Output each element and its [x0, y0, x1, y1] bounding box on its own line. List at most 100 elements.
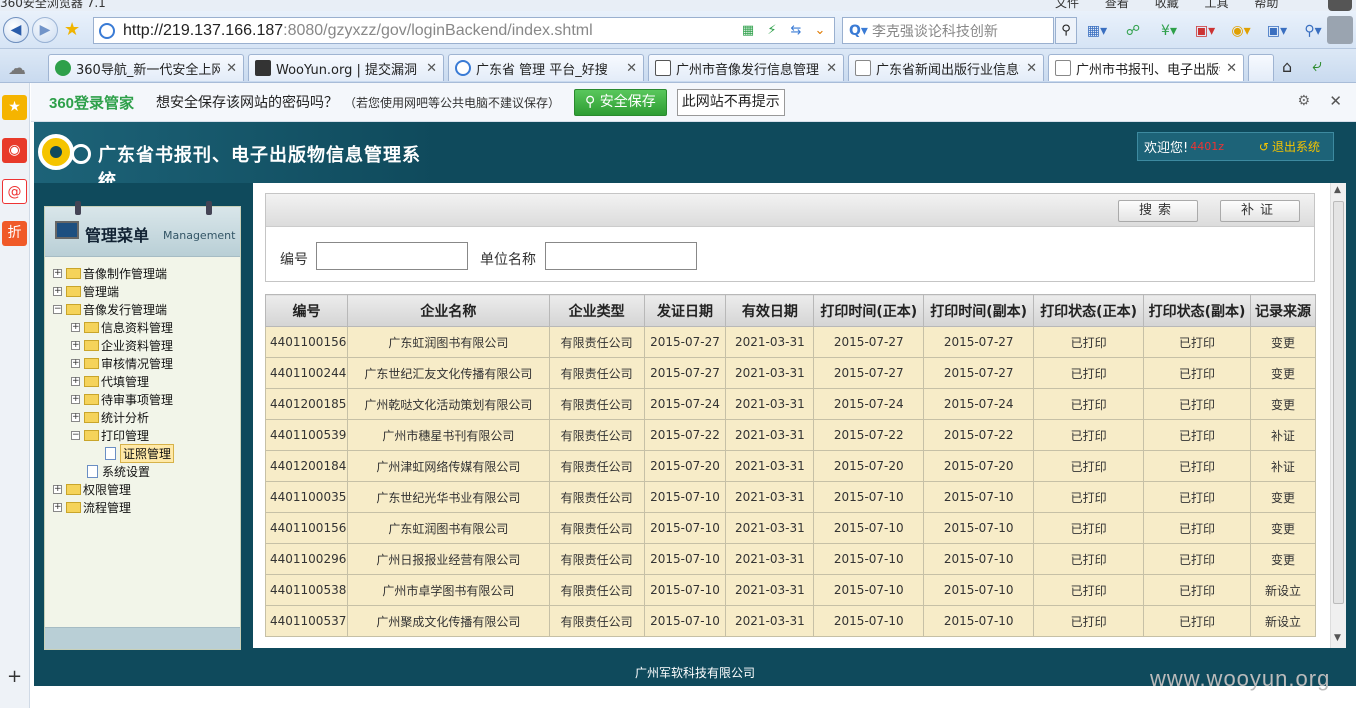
discount-icon[interactable]: 折: [2, 221, 27, 246]
add-icon[interactable]: +: [7, 666, 22, 687]
content-scrollbar[interactable]: ▲ ▼: [1330, 183, 1346, 648]
nav-item-enterprise[interactable]: + 企业资料管理: [71, 336, 173, 354]
expand-icon[interactable]: +: [71, 394, 80, 404]
table-row[interactable]: 4401100156 广东虹润图书有限公司 有限责任公司 2015-07-10 2021…: [265, 512, 1317, 544]
search-text[interactable]: 李克强谈论科技创新: [872, 21, 998, 41]
forward-button[interactable]: ▶: [32, 17, 58, 43]
save-password-button[interactable]: ⚲ 安全保存: [574, 88, 667, 116]
compat-mode-icon[interactable]: ⇆: [786, 21, 806, 40]
qr-code-icon[interactable]: ▦: [738, 21, 758, 40]
reissue-button[interactable]: 补证: [1220, 200, 1300, 222]
scroll-up-icon[interactable]: ▲: [1334, 185, 1341, 195]
nav-item-stats[interactable]: + 统计分析: [71, 408, 149, 426]
nav-item-fill-in[interactable]: + 代填管理: [71, 372, 149, 390]
expand-icon[interactable]: +: [71, 412, 80, 422]
scroll-thumb[interactable]: [1333, 201, 1344, 604]
number-input[interactable]: [316, 242, 468, 270]
table-row[interactable]: 4401100244 广东世纪汇友文化传播有限公司 有限责任公司 2015-07-27…: [265, 357, 1317, 389]
lightning-icon[interactable]: ⚡: [762, 21, 782, 40]
nav-item-print[interactable]: − 打印管理: [71, 426, 149, 444]
shield-icon[interactable]: ☍: [1121, 21, 1145, 41]
search-engine-icon[interactable]: Q▾: [849, 23, 868, 39]
nav-item-review[interactable]: + 审核情况管理: [71, 354, 173, 372]
weibo-icon[interactable]: ◉: [2, 138, 27, 163]
close-icon[interactable]: ✕: [826, 61, 837, 76]
fox-icon[interactable]: ◉▾: [1229, 21, 1253, 41]
new-tab-button[interactable]: [1248, 54, 1274, 81]
expand-icon[interactable]: +: [71, 376, 80, 386]
logout-link[interactable]: ↺ 退出系统: [1259, 138, 1323, 155]
close-icon[interactable]: ✕: [1226, 61, 1237, 76]
never-for-site-button[interactable]: 此网站不再提示: [676, 88, 785, 116]
expand-icon[interactable]: +: [71, 340, 80, 350]
collapse-icon[interactable]: −: [53, 304, 62, 314]
dropdown-icon[interactable]: ⌄: [810, 21, 830, 40]
table-row[interactable]: 4401100538 广州市卓学图书有限公司 有限责任公司 2015-07-10 202…: [265, 574, 1317, 606]
tab-haosou[interactable]: 广东省 管理 平台_好搜 ✕: [448, 54, 644, 81]
col-valid-date[interactable]: 有效日期: [725, 294, 815, 327]
yuan-icon[interactable]: ¥▾: [1157, 21, 1181, 41]
tab-360-nav[interactable]: 360导航_新一代安全上网 ✕: [48, 54, 244, 81]
col-company-type[interactable]: 企业类型: [548, 294, 645, 327]
close-icon[interactable]: ✕: [1026, 61, 1037, 76]
search-button[interactable]: 搜索: [1118, 200, 1198, 222]
apps-icon[interactable]: ▦▾: [1085, 21, 1109, 41]
menu-tools[interactable]: 工具: [1205, 0, 1229, 10]
col-issue-date[interactable]: 发证日期: [643, 294, 727, 327]
table-row[interactable]: 4401100539 广州市穗星书刊有限公司 有限责任公司 2015-07-22 202…: [265, 419, 1317, 451]
tab-wooyun[interactable]: WooYun.org | 提交漏洞 ✕: [248, 54, 444, 81]
tab-press[interactable]: 广东省新闻出版行业信息管 ✕: [848, 54, 1044, 81]
nav-item-audio-production[interactable]: + 音像制作管理端: [53, 264, 167, 282]
table-row[interactable]: 4401200184 广州津虹网络传媒有限公司 有限责任公司 2015-07-20 20…: [265, 450, 1317, 482]
close-icon[interactable]: ✕: [226, 61, 237, 76]
table-row[interactable]: 4401200185 广州乾哒文化活动策划有限公司 有限责任公司 2015-07-24…: [265, 388, 1317, 420]
cloud-icon[interactable]: ☁: [8, 58, 26, 79]
home-icon[interactable]: ⌂: [1282, 57, 1292, 76]
nav-item-pending[interactable]: + 待审事项管理: [71, 390, 173, 408]
expand-icon[interactable]: +: [53, 484, 62, 494]
star-icon[interactable]: ★: [2, 95, 27, 120]
nav-item-info[interactable]: + 信息资料管理: [71, 318, 173, 336]
col-record-source[interactable]: 记录来源: [1249, 294, 1317, 327]
undo-icon[interactable]: ⤶: [1312, 55, 1322, 76]
nav-item-admin[interactable]: + 管理端: [53, 282, 119, 300]
tab-current[interactable]: 广州市书报刊、电子出版物 ✕: [1048, 54, 1244, 81]
col-print-status-original[interactable]: 打印状态(正本): [1033, 294, 1145, 327]
address-bar[interactable]: http://219.137.166.187:8080/gzyxzz/gov/l…: [93, 17, 835, 44]
expand-icon[interactable]: +: [71, 358, 80, 368]
search-box[interactable]: Q▾ 李克强谈论科技创新: [842, 17, 1054, 44]
nav-item-license[interactable]: 证照管理: [103, 443, 175, 463]
menu-file[interactable]: 文件: [1055, 0, 1079, 10]
close-icon[interactable]: ✕: [426, 61, 437, 76]
close-icon[interactable]: ✕: [626, 61, 637, 76]
gear-icon[interactable]: ⚙: [1297, 93, 1310, 109]
url-text[interactable]: http://219.137.166.187:8080/gzyxzz/gov/l…: [123, 22, 593, 40]
menu-favorites[interactable]: 收藏: [1155, 0, 1179, 10]
table-row[interactable]: 4401100296 广州日报报业经营有限公司 有限责任公司 2015-07-10 20…: [265, 543, 1317, 575]
col-print-status-copy[interactable]: 打印状态(副本): [1143, 294, 1251, 327]
col-print-time-copy[interactable]: 打印时间(副本): [923, 294, 1035, 327]
nav-item-audio-distribution[interactable]: − 音像发行管理端: [53, 300, 167, 318]
table-row[interactable]: 4401100156 广东虹润图书有限公司 有限责任公司 2015-07-27 2021…: [265, 326, 1317, 358]
expand-icon[interactable]: +: [53, 268, 62, 278]
col-number[interactable]: 编号: [265, 294, 348, 327]
menu-view[interactable]: 查看: [1105, 0, 1129, 10]
expand-icon[interactable]: +: [53, 286, 62, 296]
nav-item-permissions[interactable]: + 权限管理: [53, 480, 131, 498]
user-avatar[interactable]: [1327, 16, 1353, 44]
back-button[interactable]: ◀: [3, 17, 29, 43]
table-row[interactable]: 4401100537 广州聚成文化传播有限公司 有限责任公司 2015-07-10 20…: [265, 605, 1317, 637]
scroll-down-icon[interactable]: ▼: [1334, 633, 1341, 643]
nav-item-settings[interactable]: 系统设置: [85, 462, 150, 480]
table-row[interactable]: 4401100035 广东世纪光华书业有限公司 有限责任公司 2015-07-10 20…: [265, 481, 1317, 513]
nav-item-workflow[interactable]: + 流程管理: [53, 498, 131, 516]
expand-icon[interactable]: +: [71, 322, 80, 332]
zoom-icon[interactable]: ⚲▾: [1301, 21, 1325, 41]
col-print-time-original[interactable]: 打印时间(正本): [813, 294, 925, 327]
menu-help[interactable]: 帮助: [1254, 0, 1278, 10]
collapse-icon[interactable]: −: [71, 430, 80, 440]
game-icon[interactable]: ▣▾: [1265, 21, 1289, 41]
unit-name-input[interactable]: [545, 242, 697, 270]
pdf-icon[interactable]: ▣▾: [1193, 21, 1217, 41]
tab-audio-video[interactable]: 广州市音像发行信息管理系 ✕: [648, 54, 844, 81]
